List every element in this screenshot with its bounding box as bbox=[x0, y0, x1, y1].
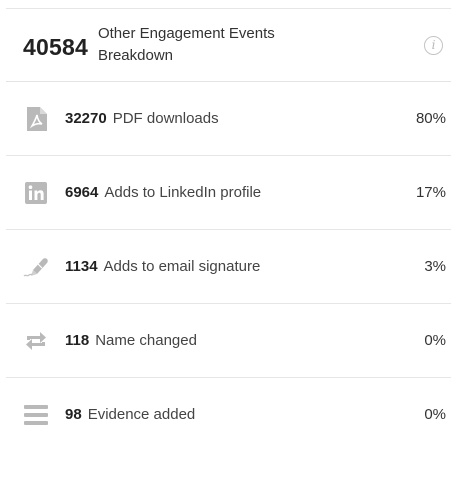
row-count: 6964 bbox=[65, 184, 99, 201]
panel-header: 40584 Other Engagement Events Breakdown … bbox=[6, 9, 451, 82]
list-item-evidence-added: 98 Evidence added 0% bbox=[6, 378, 451, 451]
list-item-linkedin: 6964 Adds to LinkedIn profile 17% bbox=[6, 156, 451, 230]
swap-arrows-icon bbox=[23, 328, 49, 354]
row-percent: 0% bbox=[424, 406, 446, 423]
list-item-name-changed: 118 Name changed 0% bbox=[6, 304, 451, 378]
row-label: Name changed bbox=[95, 332, 197, 349]
engagement-breakdown-panel: 40584 Other Engagement Events Breakdown … bbox=[6, 8, 451, 451]
row-count: 1134 bbox=[65, 258, 98, 275]
panel-title: Other Engagement Events Breakdown bbox=[97, 25, 275, 64]
pen-icon bbox=[23, 254, 49, 280]
list-item-pdf-downloads: 32270 PDF downloads 80% bbox=[6, 82, 451, 156]
info-icon[interactable]: i bbox=[424, 36, 443, 55]
row-count: 98 bbox=[65, 406, 82, 423]
total-count: 40584 bbox=[23, 33, 88, 60]
row-percent: 17% bbox=[415, 184, 446, 201]
row-label: Adds to LinkedIn profile bbox=[104, 184, 262, 201]
row-count: 118 bbox=[65, 332, 90, 349]
row-percent: 3% bbox=[424, 258, 446, 275]
row-label: PDF downloads bbox=[112, 110, 219, 127]
row-label: Adds to email signature bbox=[103, 258, 261, 275]
pdf-file-icon bbox=[23, 106, 49, 132]
list-item-email-signature: 1134 Adds to email signature 3% bbox=[6, 230, 451, 304]
list-lines-icon bbox=[23, 402, 49, 428]
row-percent: 0% bbox=[424, 332, 446, 349]
row-label: Evidence added bbox=[87, 406, 196, 423]
row-count: 32270 bbox=[65, 110, 107, 127]
linkedin-icon bbox=[23, 180, 49, 206]
row-percent: 80% bbox=[415, 110, 446, 127]
